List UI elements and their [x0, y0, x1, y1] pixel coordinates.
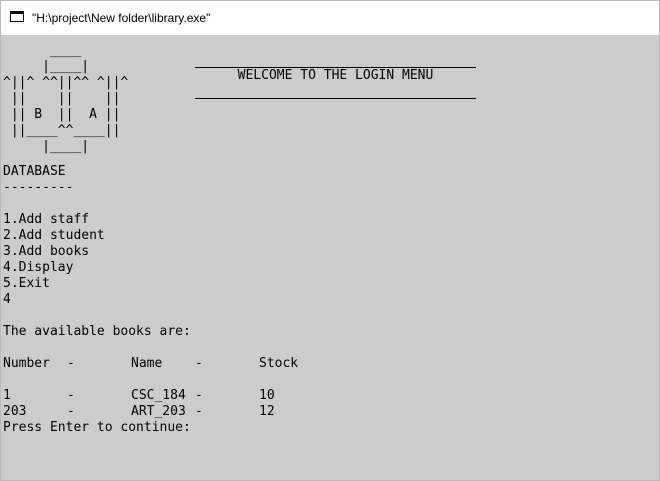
database-underline: --------- [3, 180, 74, 195]
console-output[interactable]: ____ |____| ^||^ ^^||^^ ^||^ || || || ||… [3, 35, 657, 480]
cell-stock: 12 [259, 404, 275, 419]
cell-number: 1 [3, 388, 11, 403]
menu-item-exit: 5.Exit [3, 276, 50, 291]
cell-stock: 10 [259, 388, 275, 403]
books-heading: The available books are: [3, 324, 191, 339]
menu-item-add-books: 3.Add books [3, 244, 90, 259]
title-bar[interactable]: "H:\project\New folder\library.exe" [1, 1, 659, 35]
library-logo-art: ____ |____| ^||^ ^^||^^ ^||^ || || || ||… [3, 43, 129, 154]
console-app-icon [10, 11, 24, 22]
user-input-echo: 4 [3, 292, 11, 307]
header-separator: - [195, 356, 203, 371]
cell-separator: - [195, 404, 203, 419]
cell-separator: - [67, 388, 75, 403]
menu-item-display: 4.Display [3, 260, 74, 275]
database-heading: DATABASE [3, 164, 66, 179]
banner-bottom-rule [195, 98, 476, 99]
cell-name: CSC_184 [131, 388, 186, 403]
header-number: Number [3, 356, 50, 371]
cell-separator: - [195, 388, 203, 403]
menu-item-add-staff: 1.Add staff [3, 212, 90, 227]
header-separator: - [67, 356, 75, 371]
window-title: "H:\project\New folder\library.exe" [32, 11, 211, 25]
banner-title: WELCOME TO THE LOGIN MENU [237, 68, 434, 83]
header-stock: Stock [259, 356, 299, 371]
cell-separator: - [67, 404, 75, 419]
header-name: Name [131, 356, 163, 371]
continue-prompt: Press Enter to continue: [3, 420, 191, 435]
console-window: "H:\project\New folder\library.exe" ____… [0, 0, 660, 481]
cell-number: 203 [3, 404, 27, 419]
menu-item-add-student: 2.Add student [3, 228, 105, 243]
cell-name: ART_203 [131, 404, 186, 419]
